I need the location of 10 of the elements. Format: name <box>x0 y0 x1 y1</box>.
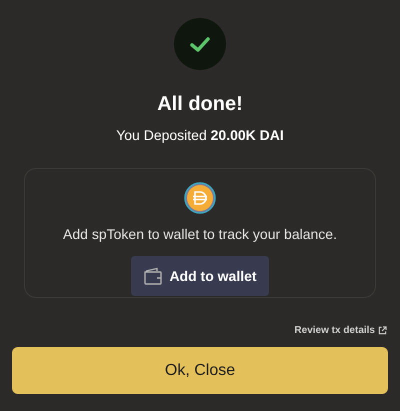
ok-close-button[interactable]: Ok, Close <box>12 347 388 394</box>
wallet-icon <box>143 267 164 285</box>
external-link-icon <box>378 326 387 335</box>
checkmark-icon <box>174 18 226 70</box>
subtitle: You Deposited 20.00K DAI <box>116 126 284 145</box>
review-tx-details-link[interactable]: Review tx details <box>294 323 388 338</box>
add-to-wallet-button[interactable]: Add to wallet <box>131 256 269 296</box>
wallet-message: Add spToken to wallet to track your balance. <box>63 225 337 244</box>
title: All done! <box>157 92 243 116</box>
coin-icon <box>184 182 216 214</box>
